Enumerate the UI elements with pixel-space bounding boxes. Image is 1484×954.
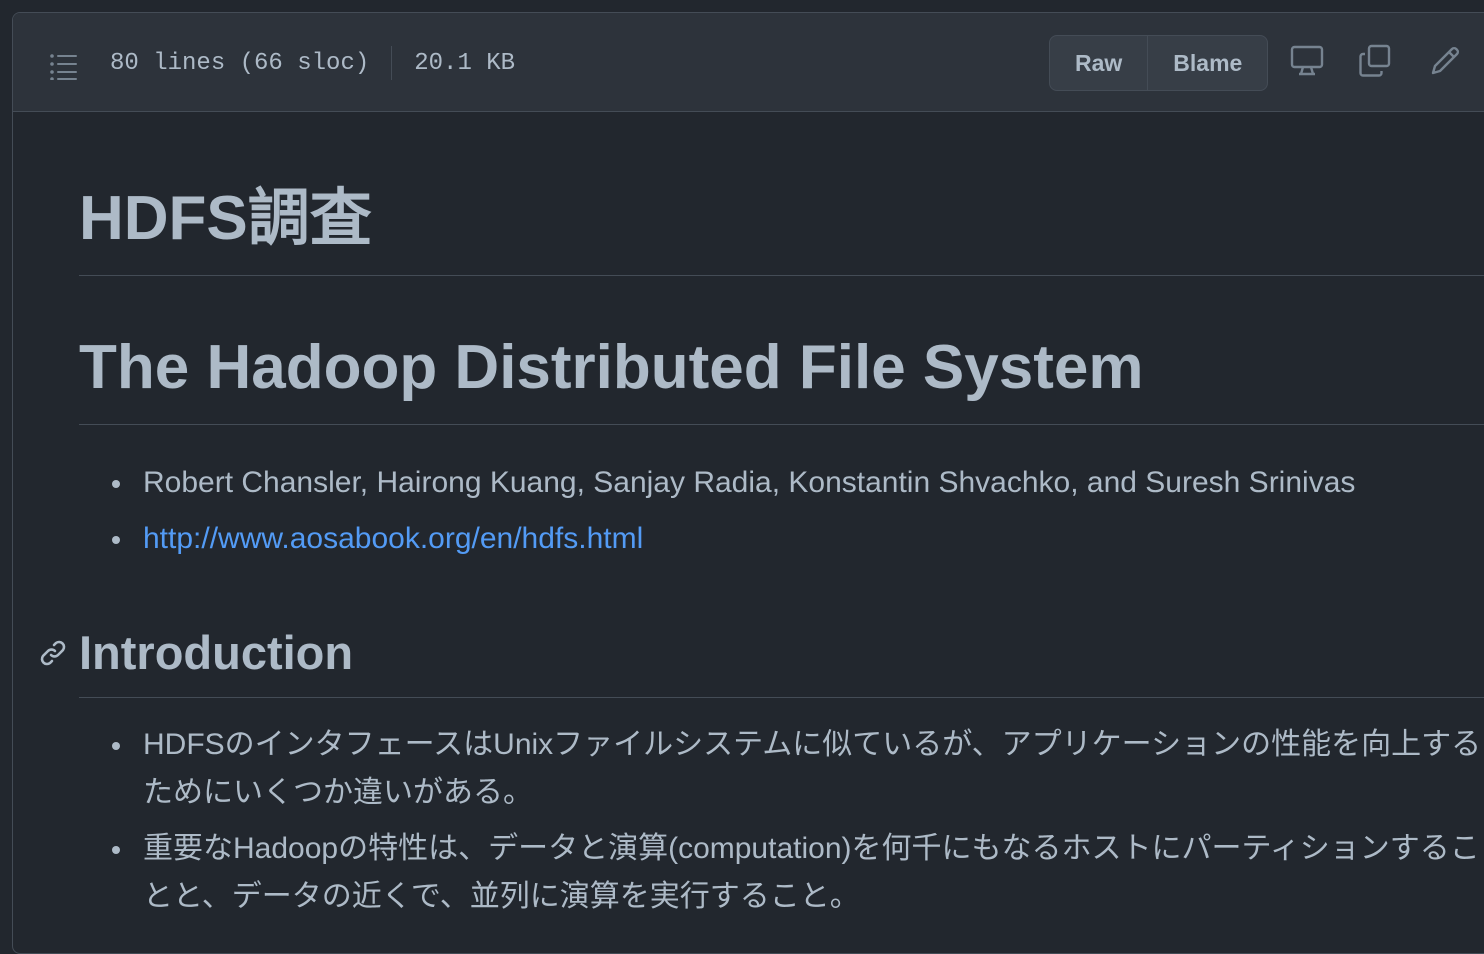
source-link[interactable]: http://www.aosabook.org/en/hdfs.html	[143, 522, 643, 555]
file-header: 80 lines (66 sloc) 20.1 KB Raw Blame	[13, 13, 1484, 112]
desktop-icon[interactable]	[1289, 43, 1325, 79]
list-item-text: HDFSのインタフェースはUnixファイルシステムに似ているが、アプリケーション…	[143, 728, 1482, 809]
divider	[391, 46, 393, 80]
file-view: 80 lines (66 sloc) 20.1 KB Raw Blame HDF…	[12, 12, 1484, 954]
list-item: 重要なHadoopの特性は、データと演算(computation)を何千にもなる…	[107, 825, 1484, 921]
list-unordered-icon[interactable]	[47, 48, 79, 80]
file-size: 20.1 KB	[414, 49, 516, 77]
blame-button[interactable]: Blame	[1147, 36, 1267, 90]
list-item: HDFSのインタフェースはUnixファイルシステムに似ているが、アプリケーション…	[107, 721, 1484, 817]
section-title: Introduction	[79, 626, 354, 679]
meta-list: Robert Chansler, Hairong Kuang, Sanjay R…	[107, 459, 1484, 571]
file-info: 80 lines (66 sloc) 20.1 KB	[110, 46, 515, 80]
introduction-list: HDFSのインタフェースはUnixファイルシステムに似ているが、アプリケーション…	[107, 721, 1484, 929]
authors-item: Robert Chansler, Hairong Kuang, Sanjay R…	[107, 459, 1484, 507]
line-count: 80 lines (66 sloc)	[110, 49, 370, 77]
view-button-group: Raw Blame	[1049, 35, 1269, 91]
authors-text: Robert Chansler, Hairong Kuang, Sanjay R…	[143, 466, 1356, 499]
page-title: HDFS調査	[79, 183, 1484, 276]
page-subtitle: The Hadoop Distributed File System	[79, 336, 1484, 425]
copy-icon[interactable]	[1357, 43, 1393, 79]
pencil-icon[interactable]	[1427, 43, 1463, 79]
source-link-item: http://www.aosabook.org/en/hdfs.html	[107, 515, 1484, 563]
link-anchor-icon[interactable]	[37, 637, 69, 669]
list-item-text: 重要なHadoopの特性は、データと演算(computation)を何千にもなる…	[143, 832, 1480, 913]
raw-button[interactable]: Raw	[1050, 36, 1147, 90]
section-heading-introduction: Introduction	[40, 613, 1484, 698]
